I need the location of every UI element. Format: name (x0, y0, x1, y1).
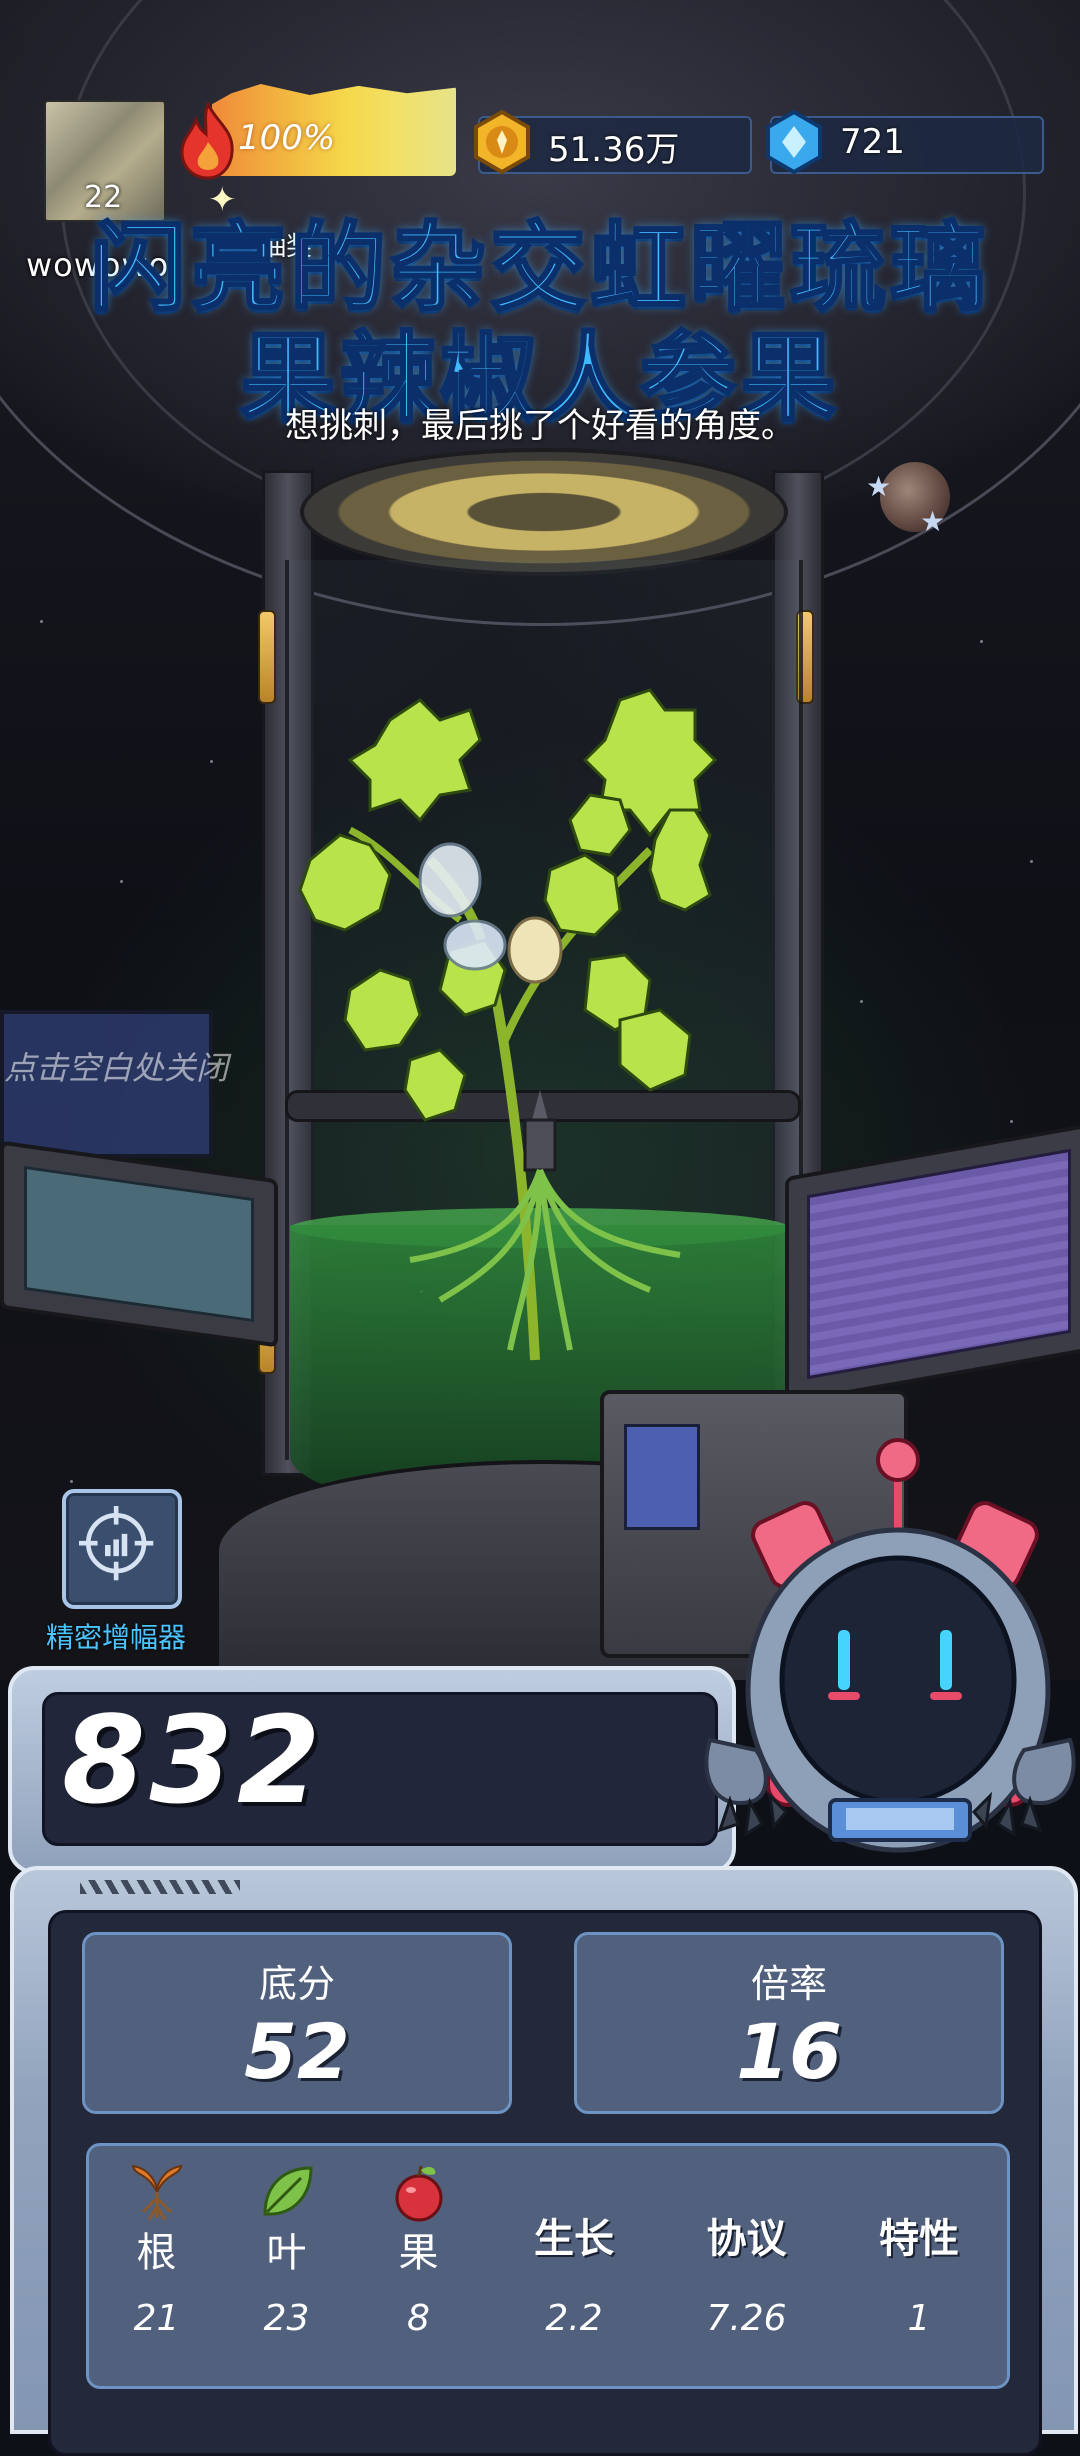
precision-amplifier-label: 精密增幅器 (46, 1621, 187, 1654)
base-score-value: 52 (244, 2007, 350, 2096)
attribute-fruit: 果 8 (351, 2146, 486, 2386)
plant-description: 想挑刺，最后挑了个好看的角度。 (285, 406, 795, 446)
star-icon: ★ (920, 505, 946, 538)
close-hint: 点击空白处关闭 (4, 1049, 229, 1087)
attribute-protocol: 协议 7.26 (659, 2146, 834, 2386)
star-icon: ★ (866, 470, 892, 503)
attribute-label: 协议 (706, 2216, 787, 2262)
precision-amplifier-button[interactable] (62, 1489, 182, 1609)
fruit-ginseng (507, 916, 563, 984)
base-score-label: 底分 (258, 1962, 335, 2006)
leaf (568, 793, 632, 857)
leaf (343, 968, 422, 1052)
panel-grip (80, 1880, 240, 1894)
attribute-label: 特性 (879, 2216, 959, 2262)
attribute-root: 根 21 (89, 2146, 224, 2386)
coin-amount: 51.36万 (548, 130, 680, 170)
attribute-value: 2.2 (545, 2298, 603, 2339)
multiplier-value: 16 (736, 2007, 842, 2096)
robot-mascot[interactable] (690, 1430, 1080, 1880)
attribute-label: 根 (136, 2230, 177, 2276)
leaf (618, 1008, 692, 1092)
attribute-value: 7.26 (706, 2298, 787, 2339)
base-score-box: 底分 52 (82, 1932, 512, 2114)
attribute-label: 生长 (534, 2216, 614, 2262)
attribute-value: 23 (263, 2298, 310, 2339)
fruit-rainbow-glass (418, 842, 482, 918)
attribute-label: 叶 (266, 2230, 307, 2276)
leaf (347, 698, 482, 823)
plant-illustration (298, 688, 718, 1361)
attribute-value: 21 (133, 2298, 180, 2339)
leaf-icon (262, 2166, 313, 2216)
ceiling-vent (300, 448, 788, 576)
flame-icon (180, 102, 234, 180)
leaf (403, 1048, 467, 1122)
attribute-trait: 特性 1 (834, 2146, 1004, 2386)
console-right (785, 1122, 1080, 1406)
console-left (0, 1140, 278, 1348)
fruit-rainbow-glass-2 (443, 919, 507, 971)
plant-roots (409, 1168, 681, 1351)
fruit-icon (395, 2165, 442, 2222)
attribute-value: 1 (907, 2298, 931, 2339)
total-score: 832 (62, 1692, 325, 1831)
root-icon (131, 2164, 182, 2221)
lamp-left (258, 610, 276, 704)
coin-icon (474, 110, 530, 174)
multiplier-box: 倍率 16 (574, 1932, 1004, 2114)
gem-icon (766, 110, 822, 174)
attribute-value: 8 (407, 2298, 430, 2339)
multiplier-label: 倍率 (750, 1962, 827, 2006)
attribute-leaf: 叶 23 (219, 2146, 354, 2386)
attribute-growth: 生长 2.2 (489, 2146, 659, 2386)
attribute-label: 果 (398, 2230, 439, 2276)
gem-amount: 721 (840, 122, 905, 162)
energy-percent: 100% (238, 118, 336, 158)
target-icon (79, 1506, 154, 1581)
attributes-box: 根 21 叶 23 果 8 生长 2.2 协议 7.26 特性 1 (86, 2143, 1010, 2389)
leaf (543, 853, 622, 937)
